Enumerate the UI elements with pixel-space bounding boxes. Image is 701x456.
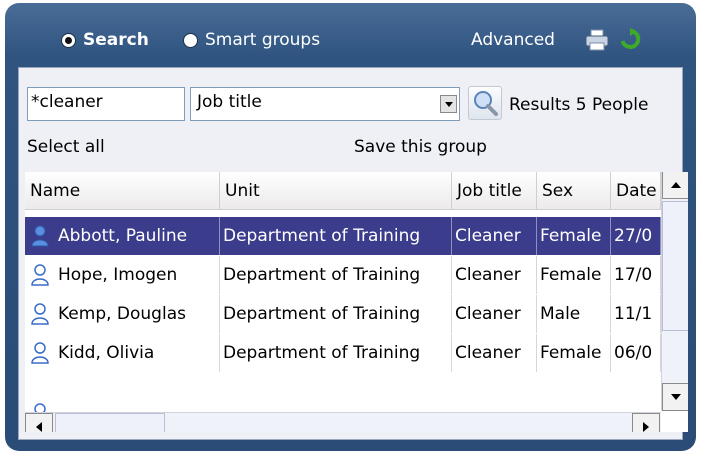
cell-unit: Department of Training [220, 217, 452, 255]
column-header-unit[interactable]: Unit [220, 172, 452, 210]
advanced-link[interactable]: Advanced [471, 30, 555, 50]
person-icon [34, 403, 46, 412]
smart-groups-radio-label[interactable]: Smart groups [205, 30, 320, 50]
select-all-link[interactable]: Select all [27, 137, 105, 157]
person-icon [31, 225, 49, 247]
search-radio-label[interactable]: Search [83, 30, 149, 50]
cell-unit: Department of Training [220, 334, 452, 372]
cell-name: Hope, Imogen [55, 256, 220, 294]
cell-job-title: Cleaner [452, 217, 537, 255]
chevron-down-icon [671, 394, 681, 400]
cell-sex: Female [537, 256, 611, 294]
column-header-name[interactable]: Name [25, 172, 220, 210]
column-header-job-title[interactable]: Job title [452, 172, 537, 210]
scroll-up-button[interactable] [662, 172, 688, 199]
table-row[interactable]: Hope, Imogen Department of Training Clea… [25, 256, 661, 294]
cell-sex: Female [537, 217, 611, 255]
person-icon [31, 342, 49, 364]
save-group-link[interactable]: Save this group [354, 137, 487, 157]
results-count: Results 5 People [509, 95, 649, 115]
search-field-select[interactable]: Job title [190, 87, 460, 121]
cell-date: 27/0 [611, 217, 661, 255]
table-row-partial[interactable] [25, 373, 661, 412]
table-row[interactable]: Abbott, Pauline Department of Training C… [25, 217, 661, 255]
person-icon [31, 264, 49, 286]
search-panel: Search Smart groups Advanced *cleaner Jo… [5, 3, 696, 451]
cell-date: 17/0 [611, 256, 661, 294]
cell-job-title: Cleaner [452, 256, 537, 294]
cell-job-title: Cleaner [452, 334, 537, 372]
scroll-down-button[interactable] [662, 383, 688, 411]
print-icon[interactable] [585, 29, 609, 51]
horizontal-scrollbar[interactable] [25, 412, 661, 432]
cell-name: Kemp, Douglas [55, 295, 220, 333]
cell-unit: Department of Training [220, 295, 452, 333]
cell-sex: Male [537, 295, 611, 333]
panel-header: Search Smart groups Advanced [5, 3, 696, 67]
person-icon [31, 303, 49, 325]
chevron-down-icon[interactable] [440, 95, 457, 113]
chevron-right-icon [643, 422, 649, 432]
cell-date: 11/1 [611, 295, 661, 333]
column-header-sex[interactable]: Sex [537, 172, 611, 210]
chevron-up-icon [671, 182, 681, 188]
refresh-icon[interactable] [619, 28, 641, 50]
smart-groups-radio[interactable] [183, 33, 198, 48]
vertical-scrollbar[interactable] [661, 172, 688, 411]
table-row[interactable]: Kidd, Olivia Department of Training Clea… [25, 334, 661, 372]
vertical-scroll-thumb[interactable] [662, 201, 688, 331]
search-body: *cleaner Job title Results 5 People Sele… [18, 67, 688, 440]
table-row[interactable]: Kemp, Douglas Department of Training Cle… [25, 295, 661, 333]
horizontal-scroll-thumb[interactable] [55, 413, 165, 432]
cell-unit: Department of Training [220, 256, 452, 294]
chevron-left-icon [36, 422, 42, 432]
cell-job-title: Cleaner [452, 295, 537, 333]
search-button[interactable] [468, 86, 502, 120]
scroll-right-button[interactable] [632, 413, 660, 432]
search-radio[interactable] [61, 33, 76, 48]
search-text-input[interactable]: *cleaner [27, 87, 185, 121]
cell-sex: Female [537, 334, 611, 372]
search-icon [474, 91, 498, 116]
results-table: Name Unit Job title Sex Date Abbott, Pau… [25, 172, 688, 432]
search-field-value: Job title [197, 92, 262, 112]
cell-date: 06/0 [611, 334, 661, 372]
cell-name: Kidd, Olivia [55, 334, 220, 372]
column-header-date[interactable]: Date [611, 172, 661, 210]
cell-name: Abbott, Pauline [55, 217, 220, 255]
scroll-left-button[interactable] [25, 413, 53, 432]
